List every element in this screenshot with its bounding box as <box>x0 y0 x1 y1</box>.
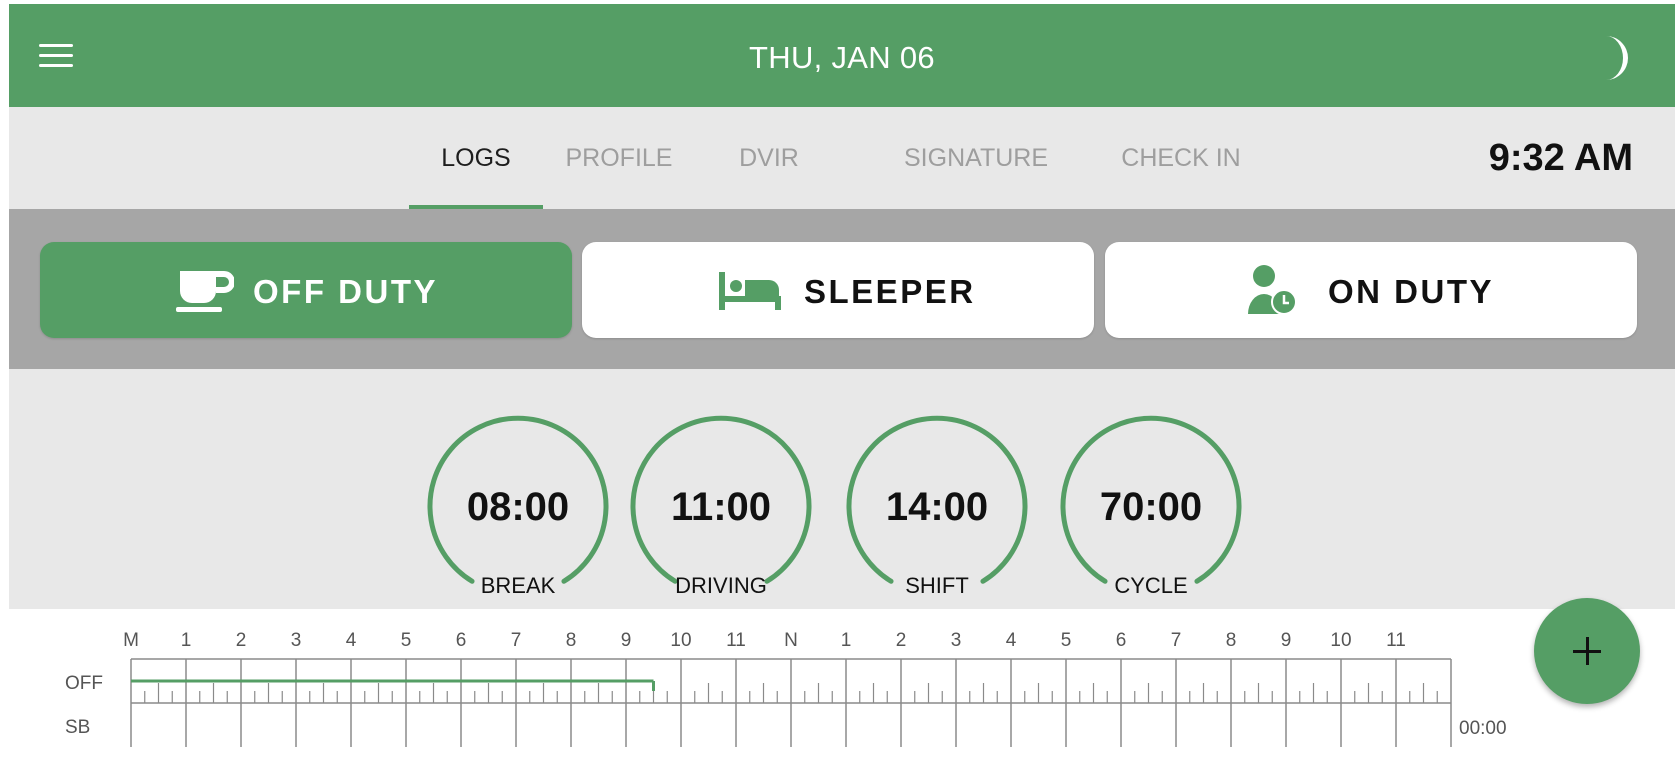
date-title: THU, JAN 06 <box>749 40 935 75</box>
hour-label: 6 <box>1116 630 1127 651</box>
app-header: THU, JAN 06 <box>9 4 1675 107</box>
hour-label: 3 <box>951 630 962 651</box>
hour-label: 1 <box>841 630 852 651</box>
hour-label: 2 <box>896 630 907 651</box>
coffee-cup-icon <box>176 271 234 312</box>
hour-label: 10 <box>670 630 691 651</box>
hour-label: 5 <box>1061 630 1072 651</box>
sleeper-button[interactable]: SLEEPER <box>582 242 1094 338</box>
person-clock-icon <box>1248 265 1296 315</box>
hour-label: 11 <box>726 630 746 651</box>
hour-label: 3 <box>291 630 302 651</box>
hour-label: 7 <box>1171 630 1182 651</box>
off-duty-button[interactable]: OFF DUTY <box>40 242 572 338</box>
shift-label: SHIFT <box>905 573 969 598</box>
row-label: OFF <box>65 673 103 694</box>
break-label: BREAK <box>480 573 556 598</box>
duty-status-bar: OFF DUTY SLEEPER ON DUTY <box>9 209 1675 369</box>
hour-label: 10 <box>1330 630 1351 651</box>
hour-label: 8 <box>566 630 577 651</box>
on-duty-label: ON DUTY <box>1328 273 1494 310</box>
bed-icon <box>719 272 781 310</box>
app-screen: THU, JAN 06 LOGS PROFILE DVIR SIGNATURE … <box>9 4 1675 776</box>
on-duty-button[interactable]: ON DUTY <box>1105 242 1637 338</box>
shift-time-value: 14:00 <box>885 485 989 529</box>
tab-logs[interactable]: LOGS <box>409 107 543 209</box>
hour-label: 5 <box>401 630 412 651</box>
hour-label: 11 <box>1386 630 1406 651</box>
hour-label: 1 <box>181 630 192 651</box>
hour-label: 2 <box>236 630 247 651</box>
tab-dvir[interactable]: DVIR <box>724 107 814 209</box>
row-total: 00:00 <box>1459 718 1507 739</box>
tab-profile[interactable]: PROFILE <box>554 107 684 209</box>
tab-check-in[interactable]: CHECK IN <box>1111 107 1251 209</box>
log-grid-chart: M 1 2 3 4 5 6 7 8 9 10 11 N 1 2 3 4 5 6 7 8 9 10 11 OFF SB 00:00 <box>65 630 1507 747</box>
hour-label: 7 <box>511 630 522 651</box>
daily-log-grid: M 1 2 3 4 5 6 7 8 9 10 11 N 1 2 3 4 5 6 7 8 9 10 11 OFF SB 00:00 <box>9 609 1675 776</box>
driving-gauge: 11:00 DRIVING <box>623 413 819 609</box>
hour-label: 6 <box>456 630 467 651</box>
driving-label: DRIVING <box>675 573 767 598</box>
shift-gauge: 14:00 SHIFT <box>839 413 1035 609</box>
driving-time-value: 11:00 <box>670 485 772 529</box>
cycle-label: CYCLE <box>1114 573 1188 598</box>
hour-label: 4 <box>346 630 357 651</box>
moon-icon[interactable] <box>1594 34 1634 82</box>
hour-label: N <box>784 630 798 651</box>
hour-label: 8 <box>1226 630 1237 651</box>
cycle-gauge: 70:00 CYCLE <box>1053 413 1249 609</box>
hour-label: 9 <box>621 630 632 651</box>
current-time: 9:32 AM <box>1488 137 1633 179</box>
sleeper-label: SLEEPER <box>804 273 976 310</box>
tab-signature[interactable]: SIGNATURE <box>891 107 1061 209</box>
hour-label: 4 <box>1006 630 1017 651</box>
hour-label: M <box>123 630 139 651</box>
off-duty-label: OFF DUTY <box>253 273 438 310</box>
hour-label: 9 <box>1281 630 1292 651</box>
break-gauge: 08:00 BREAK <box>420 413 616 609</box>
row-label: SB <box>65 717 90 738</box>
hours-gauges: 08:00 BREAK 11:00 DRIVING 14:00 SHIFT 70… <box>9 369 1675 609</box>
tab-bar: LOGS PROFILE DVIR SIGNATURE CHECK IN 9:3… <box>9 107 1675 209</box>
cycle-time-value: 70:00 <box>1099 485 1203 529</box>
break-time-value: 08:00 <box>466 485 570 529</box>
add-event-button[interactable] <box>1534 598 1640 704</box>
